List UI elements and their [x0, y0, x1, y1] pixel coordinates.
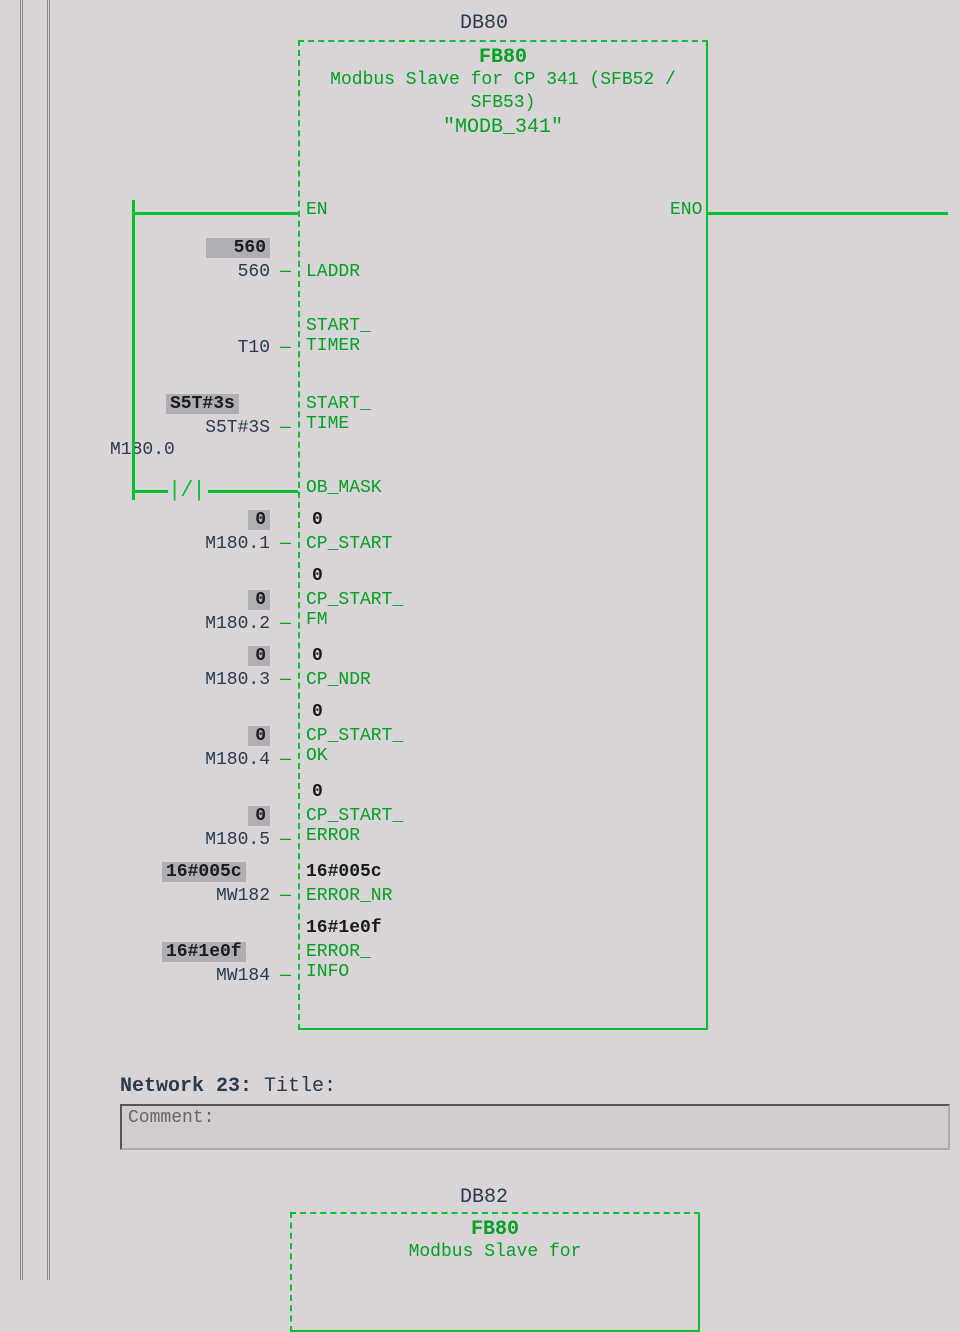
dash-error-nr: — [280, 886, 291, 906]
online-laddr: 560 [206, 238, 270, 258]
dash-cp-start-err: — [280, 830, 291, 850]
fb-title-2: FB80 [292, 1214, 698, 1241]
online-error-info: 16#1e0f [162, 942, 246, 962]
rail-eno [708, 212, 948, 215]
online-cp-ndr: 0 [248, 646, 270, 666]
pin-error-nr: ERROR_NR [306, 886, 392, 906]
fb-desc-1: Modbus Slave for CP 341 (SFB52 / SFB53) [300, 69, 706, 116]
dash-cp-start: — [280, 534, 291, 554]
pin-cp-start-err: CP_START_ ERROR [306, 806, 403, 846]
fb-title-1: FB80 [300, 42, 706, 69]
rail-en [132, 212, 298, 215]
addr-laddr: 560 [190, 262, 270, 282]
nc-contact-icon[interactable]: |/| [168, 478, 205, 503]
network-title: Title: [264, 1075, 336, 1098]
inside-error-nr: 16#005c [306, 862, 382, 882]
pin-en: EN [306, 200, 328, 220]
addr-start-time: S5T#3S [150, 418, 270, 438]
pin-eno: ENO [670, 200, 702, 220]
vertical-rail [20, 0, 50, 1280]
dash-cp-start-fm: — [280, 614, 291, 634]
network-header[interactable]: Network 23: Title: [120, 1075, 336, 1098]
dash-start-timer: — [280, 338, 291, 358]
comment-label: Comment: [128, 1108, 214, 1128]
fb-desc-2: Modbus Slave for [292, 1241, 698, 1264]
addr-ob-mask: M180.0 [110, 440, 230, 460]
online-start-time: S5T#3s [166, 394, 239, 414]
pin-start-time: START_ TIME [306, 394, 371, 434]
inside-error-info-top: 16#1e0f [306, 918, 382, 938]
inside-cp-ndr: 0 [312, 646, 323, 666]
online-cp-start-ok: 0 [248, 726, 270, 746]
db-label-2: DB82 [460, 1186, 508, 1209]
pin-cp-start-ok: CP_START_ OK [306, 726, 403, 766]
ladder-canvas[interactable]: DB80 FB80 Modbus Slave for CP 341 (SFB52… [80, 0, 960, 1280]
addr-start-timer: T10 [190, 338, 270, 358]
rail-obmask-right [208, 490, 298, 493]
dash-error-info: — [280, 966, 291, 986]
online-cp-start-fm: 0 [248, 590, 270, 610]
pin-cp-start: CP_START [306, 534, 392, 554]
online-cp-start: 0 [248, 510, 270, 530]
pin-cp-start-fm: CP_START_ FM [306, 590, 403, 630]
addr-cp-start: M180.1 [170, 534, 270, 554]
comment-box[interactable]: Comment: [120, 1104, 950, 1150]
pin-laddr: LADDR [306, 262, 360, 282]
addr-error-info: MW184 [170, 966, 270, 986]
dash-start-time: — [280, 418, 291, 438]
pin-cp-ndr: CP_NDR [306, 670, 371, 690]
pin-start-timer: START_ TIMER [306, 316, 371, 356]
inside-cp-start: 0 [312, 510, 323, 530]
ladder-left-rail [132, 200, 135, 500]
pin-ob-mask: OB_MASK [306, 478, 382, 498]
addr-cp-start-fm: M180.2 [170, 614, 270, 634]
network-label: Network 23: [120, 1075, 252, 1098]
fb-block-2[interactable]: FB80 Modbus Slave for [290, 1212, 700, 1332]
dash-cp-ndr: — [280, 670, 291, 690]
db-label-1: DB80 [460, 12, 508, 35]
inside-cp-start-fm-top: 0 [312, 566, 323, 586]
addr-error-nr: MW182 [170, 886, 270, 906]
online-error-nr: 16#005c [162, 862, 246, 882]
addr-cp-start-err: M180.5 [170, 830, 270, 850]
inside-cp-start-ok-top: 0 [312, 702, 323, 722]
addr-cp-ndr: M180.3 [170, 670, 270, 690]
addr-cp-start-ok: M180.4 [170, 750, 270, 770]
online-cp-start-err: 0 [248, 806, 270, 826]
pin-error-info: ERROR_ INFO [306, 942, 371, 982]
fb-name-1: "MODB_341" [300, 116, 706, 139]
inside-cp-start-err-top: 0 [312, 782, 323, 802]
dash-cp-start-ok: — [280, 750, 291, 770]
dash-laddr: — [280, 262, 291, 282]
rail-obmask-left [132, 490, 168, 493]
